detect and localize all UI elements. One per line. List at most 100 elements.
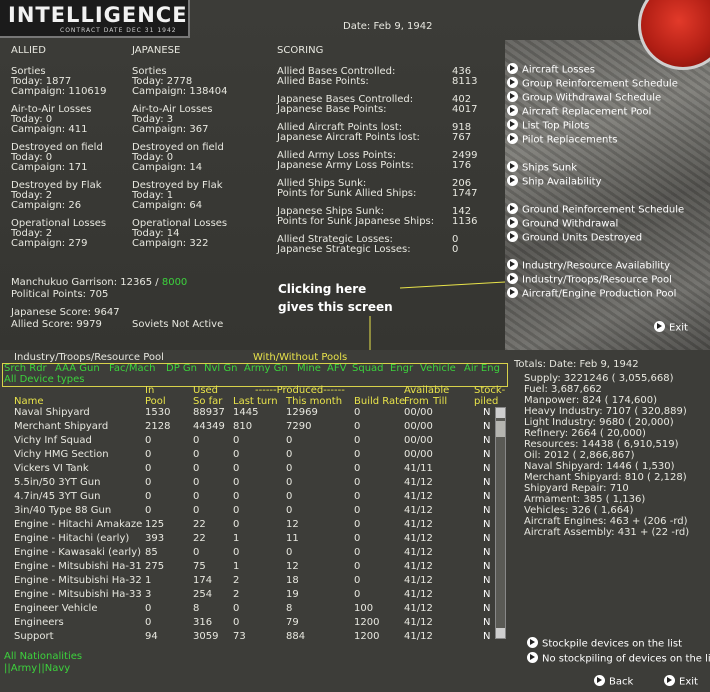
cell-stockpiled[interactable]: N [483, 476, 490, 490]
table-row[interactable]: Engine - Hitachi Amakaze 125 22 0 12 0 41/12 N [0, 518, 495, 532]
cell-used-so-far: 0 [193, 435, 200, 446]
cell-build-rate: 0 [354, 505, 361, 516]
cell-stockpiled[interactable]: N [483, 406, 490, 420]
table-row[interactable]: Engine - Mitsubishi Ha-32 1 174 2 18 0 41/12 N [0, 574, 495, 588]
cell-stockpiled[interactable]: N [483, 420, 490, 434]
totals-heading: Totals: Date: Feb 9, 1942 [514, 359, 639, 370]
cell-available-from: 41/12 [404, 477, 433, 488]
table-row[interactable]: Engineer Vehicle 0 8 0 8 100 41/12 N [0, 602, 495, 616]
cell-this-month: 7290 [286, 421, 312, 432]
table-row[interactable]: Engine - Hitachi (early) 393 22 1 11 0 41/12 N [0, 532, 495, 546]
cell-device-name: Support [14, 631, 54, 642]
cell-stockpiled[interactable]: N [483, 574, 490, 588]
cell-build-rate: 0 [354, 561, 361, 572]
back-button[interactable]: Back [594, 675, 634, 688]
table-row[interactable]: 5.5in/50 3YT Gun 0 0 0 0 0 41/12 N [0, 476, 495, 490]
cell-in-pool: 0 [145, 603, 152, 614]
cell-stockpiled[interactable]: N [483, 588, 490, 602]
cell-build-rate: 0 [354, 519, 361, 530]
cell-used-so-far: 0 [193, 463, 200, 474]
pool-title: Industry/Troops/Resource Pool [14, 352, 164, 363]
filter-squad[interactable]: Squad [352, 364, 384, 374]
cell-in-pool: 0 [145, 477, 152, 488]
filter-army-gn[interactable]: Army Gn [244, 364, 288, 374]
cell-last-turn: 0 [233, 603, 240, 614]
army-filter[interactable]: ||Army [4, 664, 37, 674]
filter-air-eng[interactable]: Air Eng [464, 364, 500, 374]
filter-vehicle[interactable]: Vehicle [420, 364, 456, 374]
filter-afv[interactable]: AFV [327, 364, 346, 374]
table-row[interactable]: Engine - Mitsubishi Ha-31 275 75 1 12 0 41/12 N [0, 560, 495, 574]
cell-last-turn: 0 [233, 505, 240, 516]
scroll-up-button[interactable] [496, 408, 505, 418]
cell-stockpiled[interactable]: N [483, 448, 490, 462]
filter-fac-mach[interactable]: Fac/Mach [109, 364, 155, 374]
cell-build-rate: 0 [354, 463, 361, 474]
all-device-types-filter[interactable]: All Device types [4, 375, 85, 385]
scroll-down-button[interactable] [496, 628, 505, 638]
cell-in-pool: 85 [145, 547, 158, 558]
scroll-thumb[interactable] [496, 421, 505, 437]
cell-stockpiled[interactable]: N [483, 532, 490, 546]
navy-filter[interactable]: ||Navy [38, 664, 70, 674]
filter-mine[interactable]: Mine [297, 364, 321, 374]
cell-available-from: 00/00 [404, 407, 433, 418]
cell-stockpiled[interactable]: N [483, 504, 490, 518]
exit-button-bottom[interactable]: Exit [664, 675, 698, 688]
cell-device-name: Vickers VI Tank [14, 463, 89, 474]
cell-stockpiled[interactable]: N [483, 546, 490, 560]
filter-nvl-gn[interactable]: Nvl Gn [204, 364, 237, 374]
with-without-pools-toggle[interactable]: With/Without Pools [253, 353, 347, 363]
table-row[interactable]: Engine - Kawasaki (early) 85 0 0 0 0 41/12 N [0, 546, 495, 560]
cell-stockpiled[interactable]: N [483, 462, 490, 476]
cell-stockpiled[interactable]: N [483, 560, 490, 574]
table-row[interactable]: Merchant Shipyard 2128 44349 810 7290 0 00/00 N [0, 420, 495, 434]
cell-in-pool: 393 [145, 533, 165, 544]
all-nationalities-filter[interactable]: All Nationalities [4, 652, 82, 662]
cell-used-so-far: 8 [193, 603, 200, 614]
cell-build-rate: 0 [354, 491, 361, 502]
cell-this-month: 79 [286, 617, 299, 628]
cell-in-pool: 0 [145, 463, 152, 474]
table-row[interactable]: Support 94 3059 73 884 1200 41/12 N [0, 630, 495, 644]
filter-aaa-gun[interactable]: AAA Gun [55, 364, 100, 374]
cell-device-name: Engine - Mitsubishi Ha-32 [14, 575, 142, 586]
cell-used-so-far: 0 [193, 449, 200, 460]
cell-this-month: 8 [286, 603, 293, 614]
back-label: Back [609, 676, 634, 688]
table-scrollbar[interactable] [495, 407, 506, 639]
table-row[interactable]: Engineers 0 316 0 79 1200 41/12 N [0, 616, 495, 630]
cell-stockpiled[interactable]: N [483, 630, 490, 644]
filter-srch-rdr[interactable]: Srch Rdr [4, 364, 47, 374]
table-row[interactable]: Vickers VI Tank 0 0 0 0 0 41/11 N [0, 462, 495, 476]
cell-available-from: 41/12 [404, 505, 433, 516]
cell-available-from: 41/11 [404, 463, 433, 474]
cell-available-from: 41/12 [404, 561, 433, 572]
totals-line: Heavy Industry: 7107 ( 320,889) [524, 406, 687, 417]
cell-stockpiled[interactable]: N [483, 602, 490, 616]
cell-available-from: 41/12 [404, 491, 433, 502]
cell-last-turn: 2 [233, 589, 240, 600]
cell-stockpiled[interactable]: N [483, 518, 490, 532]
no-stockpile-button[interactable]: No stockpiling of devices on the list [527, 652, 710, 665]
col-header-in: In [145, 385, 155, 396]
stockpile-devices-button[interactable]: Stockpile devices on the list [527, 637, 682, 650]
table-row[interactable]: 4.7in/45 3YT Gun 0 0 0 0 0 41/12 N [0, 490, 495, 504]
totals-line: Merchant Shipyard: 810 ( 2,128) [524, 472, 687, 483]
table-row[interactable]: Engine - Mitsubishi Ha-33 3 254 2 19 0 41/12 N [0, 588, 495, 602]
filter-engr[interactable]: Engr [390, 364, 413, 374]
filter-dp-gn[interactable]: DP Gn [166, 364, 197, 374]
table-row[interactable]: Vichy Inf Squad 0 0 0 0 0 00/00 N [0, 434, 495, 448]
cell-stockpiled[interactable]: N [483, 616, 490, 630]
cell-last-turn: 0 [233, 449, 240, 460]
table-row[interactable]: Vichy HMG Section 0 0 0 0 0 00/00 N [0, 448, 495, 462]
cell-build-rate: 0 [354, 575, 361, 586]
cell-available-from: 41/12 [404, 575, 433, 586]
cell-build-rate: 1200 [354, 631, 380, 642]
cell-available-from: 41/12 [404, 589, 433, 600]
cell-stockpiled[interactable]: N [483, 490, 490, 504]
cell-stockpiled[interactable]: N [483, 434, 490, 448]
cell-build-rate: 0 [354, 407, 361, 418]
table-row[interactable]: Naval Shipyard 1530 88937 1445 12969 0 00/00 N [0, 406, 495, 420]
table-row[interactable]: 3in/40 Type 88 Gun 0 0 0 0 0 41/12 N [0, 504, 495, 518]
